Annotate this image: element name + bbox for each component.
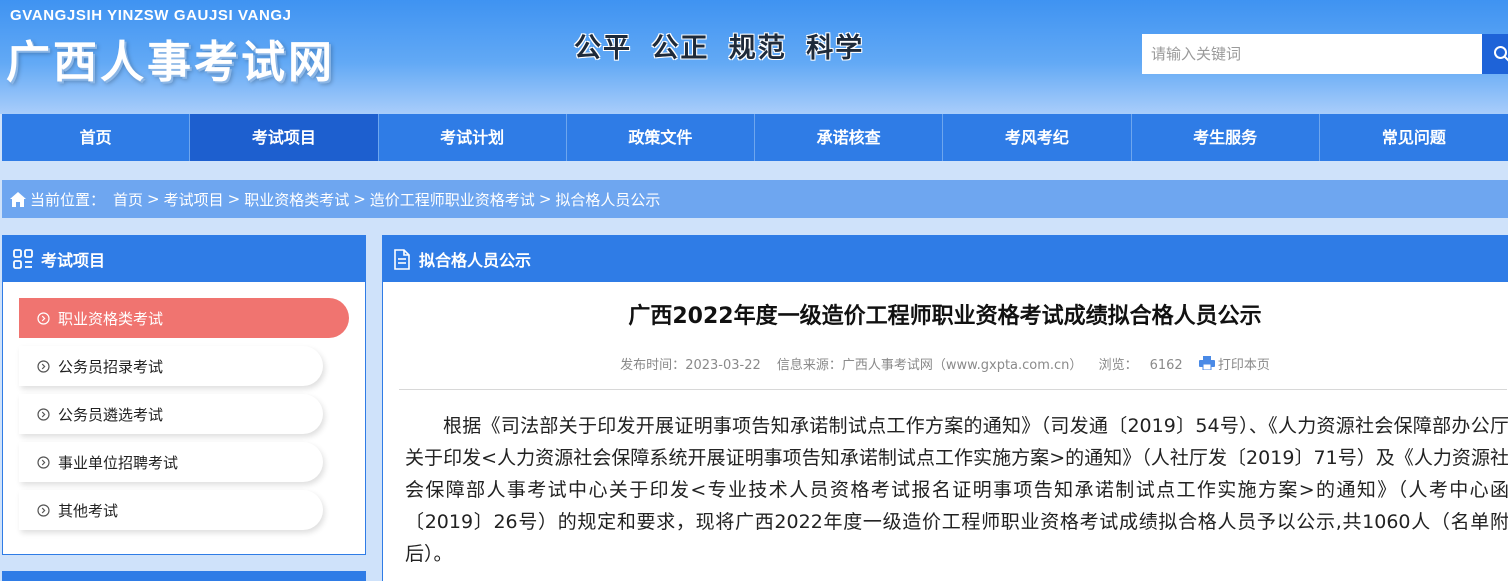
article-panel: 拟合格人员公示 广西2022年度一级造价工程师职业资格考试成绩拟合格人员公示 发…: [382, 235, 1508, 581]
sidebar-item-other-exams[interactable]: 其他考试: [19, 490, 323, 530]
breadcrumb: 当前位置： 首页 > 考试项目 > 职业资格类考试 > 造价工程师职业资格考试 …: [2, 180, 1508, 218]
nav-item-faq[interactable]: 常见问题: [1320, 114, 1508, 161]
sidebar-title: 考试项目: [41, 251, 106, 270]
sidebar-item-civil-servant-recruit[interactable]: 公务员招录考试: [19, 346, 323, 386]
nav-item-home[interactable]: 首页: [2, 114, 191, 161]
nav-item-services[interactable]: 考生服务: [1132, 114, 1320, 161]
circle-chevron-icon: [37, 503, 50, 517]
nav-item-exam-projects[interactable]: 考试项目: [190, 114, 379, 161]
printer-icon: [1198, 356, 1215, 371]
print-label: 打印本页: [1217, 358, 1270, 373]
breadcrumb-cost-engineer-exam[interactable]: 造价工程师职业资格考试: [370, 189, 535, 210]
article-body: 根据《司法部关于印发开展证明事项告知承诺制试点工作方案的通知》（司发通〔2019…: [405, 415, 1508, 565]
sidebar-item-civil-servant-select[interactable]: 公务员遴选考试: [19, 394, 323, 434]
publish-date-value: 2023-03-22: [685, 358, 761, 373]
info-source: 信息来源：广西人事考试网（www.gxpta.com.cn）: [777, 358, 1083, 373]
nav-item-policy[interactable]: 政策文件: [567, 114, 755, 161]
sidebar-item-public-institution[interactable]: 事业单位招聘考试: [19, 442, 323, 482]
sidebar-panel: 考试项目 职业资格类考试 公务员招录考试 公务员遴选考试 事业单位招聘考试 其他…: [2, 235, 366, 555]
grid-icon: [13, 249, 33, 269]
nav-item-discipline[interactable]: 考风考纪: [943, 114, 1132, 161]
sidebar-item-label: 职业资格类考试: [58, 309, 164, 328]
breadcrumb-exam-projects[interactable]: 考试项目: [164, 189, 224, 210]
view-count: 浏览： 6162: [1099, 358, 1183, 373]
sidebar-item-label: 公务员遴选考试: [58, 405, 164, 424]
nav-item-exam-plan[interactable]: 考试计划: [379, 114, 567, 161]
article-panel-title: 拟合格人员公示: [419, 251, 532, 270]
source-value: 广西人事考试网（www.gxpta.com.cn）: [841, 358, 1083, 373]
main-nav: 首页 考试项目 考试计划 政策文件 承诺核查 考风考纪 考生服务 常见问题: [2, 114, 1508, 161]
search-button[interactable]: [1482, 34, 1508, 74]
breadcrumb-separator: >: [227, 190, 241, 208]
site-header: GVANGJSIH YINZSW GAUJSI VANGJ 广西人事考试网 公平…: [0, 0, 1508, 114]
article-panel-header: 拟合格人员公示: [383, 236, 1508, 282]
breadcrumb-qualification-exams[interactable]: 职业资格类考试: [244, 189, 349, 210]
circle-chevron-icon: [37, 311, 50, 325]
breadcrumb-label: 当前位置：: [30, 190, 106, 209]
sidebar-header: 考试项目: [3, 236, 365, 282]
sidebar-item-label: 其他考试: [58, 501, 119, 520]
breadcrumb-current[interactable]: 拟合格人员公示: [555, 189, 660, 210]
article-meta: 发布时间：2023-03-22 信息来源：广西人事考试网（www.gxpta.c…: [383, 354, 1507, 373]
breadcrumb-separator: >: [353, 190, 366, 208]
views-label: 浏览：: [1098, 358, 1138, 373]
print-button[interactable]: 打印本页: [1198, 356, 1270, 373]
publish-label: 发布时间：: [620, 358, 686, 373]
sidebar-panel-secondary: [2, 571, 366, 581]
home-icon: [10, 191, 26, 207]
breadcrumb-separator: >: [538, 190, 552, 208]
sidebar-item-label: 公务员招录考试: [58, 357, 164, 376]
breadcrumb-separator: >: [147, 190, 160, 208]
site-slogan: 公平 公正 规范 科学: [574, 33, 865, 64]
logo-english: GVANGJSIH YINZSW GAUJSI VANGJ: [10, 7, 292, 24]
circle-chevron-icon: [37, 407, 50, 421]
breadcrumb-home[interactable]: 首页: [113, 189, 143, 210]
document-icon: [394, 248, 410, 270]
article-title: 广西2022年度一级造价工程师职业资格考试成绩拟合格人员公示: [628, 304, 1262, 329]
divider: [399, 389, 1507, 390]
circle-chevron-icon: [37, 455, 50, 469]
source-label: 信息来源：: [776, 358, 842, 373]
search-input[interactable]: [1142, 34, 1482, 74]
circle-chevron-icon: [37, 359, 50, 373]
search-icon: [1494, 46, 1508, 62]
logo-chinese[interactable]: 广西人事考试网: [6, 26, 335, 90]
nav-item-commitment[interactable]: 承诺核查: [755, 114, 944, 161]
sidebar-item-qualification[interactable]: 职业资格类考试: [19, 298, 349, 338]
views-value: 6162: [1149, 358, 1183, 373]
sidebar-item-label: 事业单位招聘考试: [58, 453, 179, 472]
publish-date: 发布时间：2023-03-22: [620, 358, 761, 373]
